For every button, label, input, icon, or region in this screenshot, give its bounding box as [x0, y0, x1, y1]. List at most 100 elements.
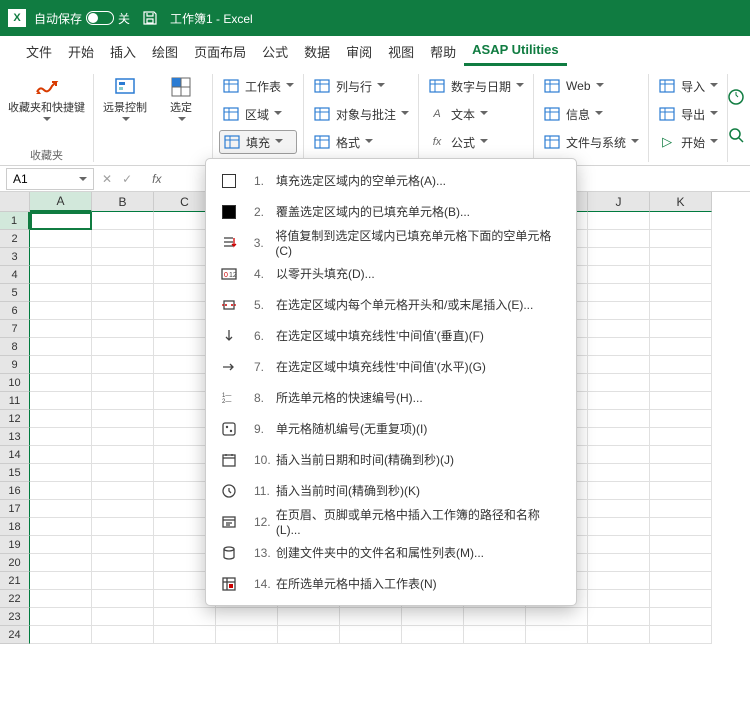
fill-menu-item-14[interactable]: 14.在所选单元格中插入工作表(N)	[206, 568, 576, 599]
fill-menu-item-4[interactable]: 0124.以零开头填充(D)...	[206, 258, 576, 289]
cell[interactable]	[650, 626, 712, 644]
cell[interactable]	[92, 626, 154, 644]
cell[interactable]	[650, 338, 712, 356]
cell[interactable]	[30, 320, 92, 338]
cell[interactable]	[154, 608, 216, 626]
ribbon-区域-button[interactable]: 区域	[219, 102, 297, 126]
cell[interactable]	[588, 428, 650, 446]
cell[interactable]	[30, 536, 92, 554]
cell[interactable]	[92, 572, 154, 590]
row-header[interactable]: 4	[0, 266, 30, 284]
cell[interactable]	[30, 518, 92, 536]
cell[interactable]	[650, 248, 712, 266]
cell[interactable]	[588, 626, 650, 644]
cell[interactable]	[30, 572, 92, 590]
menu-tab-1[interactable]: 开始	[60, 36, 102, 66]
cell[interactable]	[650, 518, 712, 536]
row-header[interactable]: 3	[0, 248, 30, 266]
cell[interactable]	[650, 266, 712, 284]
cell[interactable]	[588, 356, 650, 374]
menu-tab-0[interactable]: 文件	[18, 36, 60, 66]
row-header[interactable]: 24	[0, 626, 30, 644]
cell[interactable]	[588, 482, 650, 500]
ribbon-列与行-button[interactable]: 列与行	[310, 74, 412, 98]
cell[interactable]	[526, 626, 588, 644]
cell[interactable]	[92, 320, 154, 338]
cell[interactable]	[92, 518, 154, 536]
cell[interactable]	[650, 374, 712, 392]
cell[interactable]	[526, 608, 588, 626]
menu-tab-4[interactable]: 页面布局	[186, 36, 254, 66]
cell[interactable]	[30, 626, 92, 644]
row-header[interactable]: 10	[0, 374, 30, 392]
menu-tab-7[interactable]: 审阅	[338, 36, 380, 66]
cell[interactable]	[92, 212, 154, 230]
cell[interactable]	[30, 464, 92, 482]
cell[interactable]	[588, 392, 650, 410]
cell[interactable]	[402, 626, 464, 644]
row-header[interactable]: 13	[0, 428, 30, 446]
ribbon-导入-button[interactable]: 导入	[655, 74, 721, 98]
row-header[interactable]: 9	[0, 356, 30, 374]
ribbon-公式-button[interactable]: fx公式	[425, 130, 527, 154]
ribbon-开始-button[interactable]: ▷开始	[655, 130, 721, 154]
row-header[interactable]: 5	[0, 284, 30, 302]
fx-icon[interactable]: fx	[152, 172, 161, 186]
menu-tab-5[interactable]: 公式	[254, 36, 296, 66]
cell[interactable]	[464, 608, 526, 626]
row-header[interactable]: 8	[0, 338, 30, 356]
cell[interactable]	[650, 590, 712, 608]
cell[interactable]	[30, 500, 92, 518]
menu-tab-9[interactable]: 帮助	[422, 36, 464, 66]
fill-menu-item-5[interactable]: 5.在选定区域内每个单元格开头和/或末尾插入(E)...	[206, 289, 576, 320]
row-header[interactable]: 15	[0, 464, 30, 482]
cell[interactable]	[30, 248, 92, 266]
cell[interactable]	[588, 338, 650, 356]
cell[interactable]	[216, 626, 278, 644]
cell[interactable]	[588, 590, 650, 608]
cell[interactable]	[30, 356, 92, 374]
ribbon-信息-button[interactable]: 信息	[540, 102, 642, 126]
cell[interactable]	[650, 572, 712, 590]
confirm-icon[interactable]: ✓	[122, 172, 132, 186]
cell[interactable]	[588, 284, 650, 302]
cell[interactable]	[650, 500, 712, 518]
row-header[interactable]: 21	[0, 572, 30, 590]
fill-menu-item-13[interactable]: 13.创建文件夹中的文件名和属性列表(M)...	[206, 537, 576, 568]
cell[interactable]	[588, 536, 650, 554]
row-header[interactable]: 7	[0, 320, 30, 338]
cell[interactable]	[30, 212, 92, 230]
cell[interactable]	[588, 464, 650, 482]
cell[interactable]	[650, 320, 712, 338]
row-header[interactable]: 20	[0, 554, 30, 572]
cell[interactable]	[92, 392, 154, 410]
ribbon-Web-button[interactable]: Web	[540, 74, 642, 98]
column-header[interactable]: A	[30, 192, 92, 212]
row-header[interactable]: 18	[0, 518, 30, 536]
cell[interactable]	[30, 266, 92, 284]
vision-control-button[interactable]: 远景控制	[102, 74, 148, 125]
fill-menu-item-6[interactable]: 6.在选定区域中填充线性'中间值'(垂直)(F)	[206, 320, 576, 351]
cell[interactable]	[588, 212, 650, 230]
ribbon-文件与系统-button[interactable]: 文件与系统	[540, 130, 642, 154]
cell[interactable]	[30, 374, 92, 392]
ribbon-数字与日期-button[interactable]: 数字与日期	[425, 74, 527, 98]
cell[interactable]	[154, 626, 216, 644]
cell[interactable]	[650, 536, 712, 554]
cell[interactable]	[30, 446, 92, 464]
cell[interactable]	[92, 482, 154, 500]
cell[interactable]	[92, 302, 154, 320]
fill-menu-item-8[interactable]: 1—2—8.所选单元格的快速编号(H)...	[206, 382, 576, 413]
fill-menu-item-7[interactable]: 7.在选定区域中填充线性'中间值'(水平)(G)	[206, 351, 576, 382]
fill-menu-item-3[interactable]: 3.将值复制到选定区域内已填充单元格下面的空单元格(C)	[206, 227, 576, 258]
cell[interactable]	[30, 392, 92, 410]
cell[interactable]	[92, 446, 154, 464]
menu-tab-2[interactable]: 插入	[102, 36, 144, 66]
cell[interactable]	[30, 482, 92, 500]
row-header[interactable]: 2	[0, 230, 30, 248]
cell[interactable]	[650, 428, 712, 446]
menu-tab-3[interactable]: 绘图	[144, 36, 186, 66]
cell[interactable]	[650, 464, 712, 482]
cell[interactable]	[588, 248, 650, 266]
ribbon-overflow[interactable]	[722, 66, 750, 166]
